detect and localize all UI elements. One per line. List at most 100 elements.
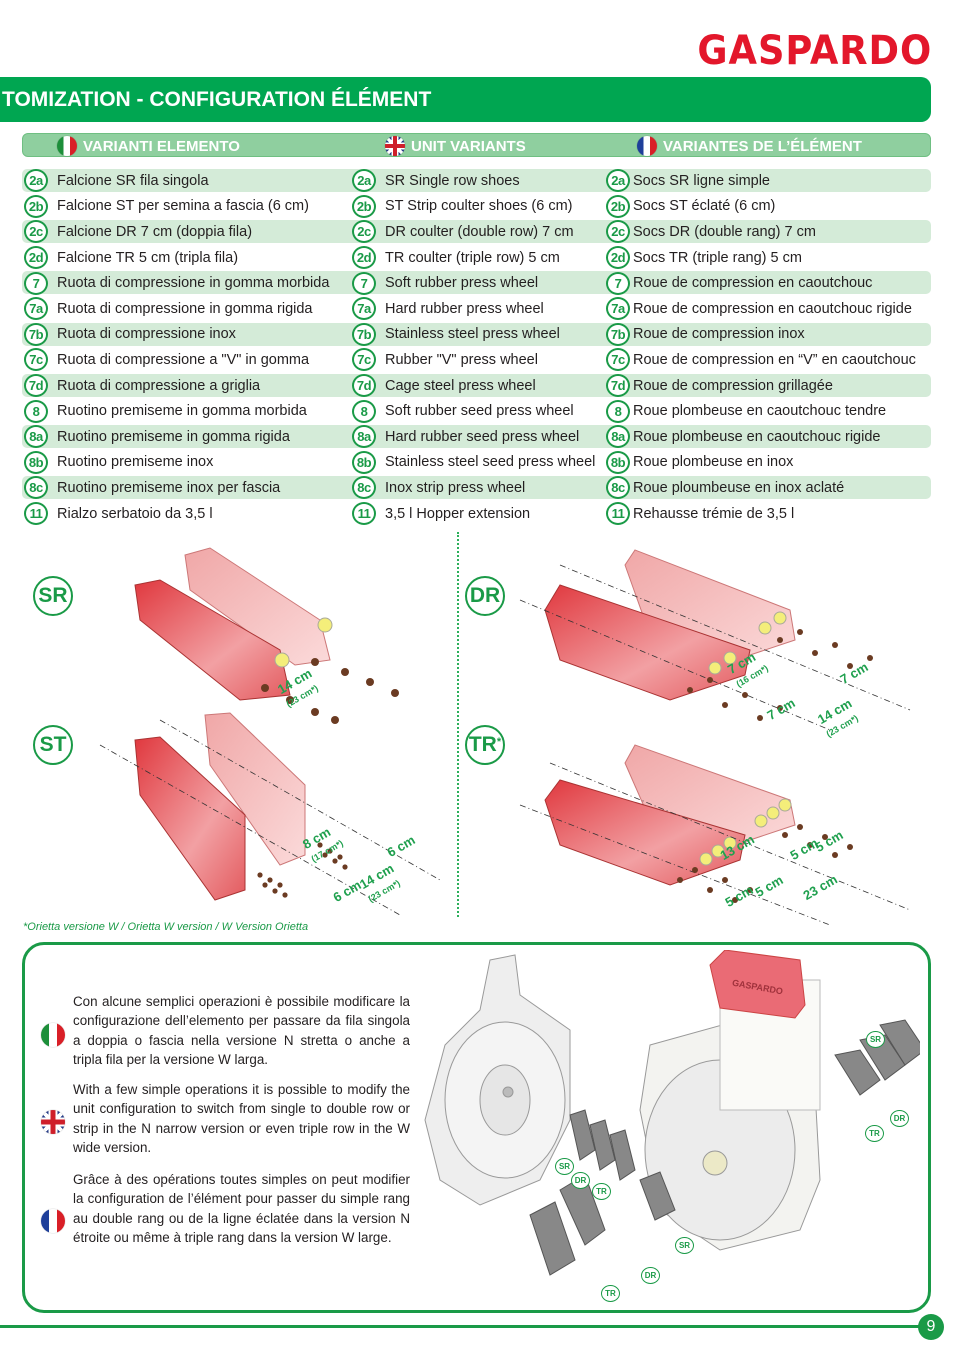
variant-cell-fr: 8 Roue plombeuse en caoutchouc tendre <box>606 398 886 424</box>
variant-row: 7c Ruota di compressione a "V" in gomma 7c… <box>22 347 931 373</box>
page-title: TOMIZATION - CONFIGURATION ÉLÉMENT <box>2 87 432 111</box>
variants-table: 2a Falcione SR fila singola 2a SR Single ro… <box>22 168 931 526</box>
variant-cell-it: 8c Ruotino premiseme inox per fascia <box>24 475 280 501</box>
tag-sr: SR <box>866 1031 885 1048</box>
variant-cell-fr: 2b Socs ST éclaté (6 cm) <box>606 194 775 220</box>
variant-code-badge: 8a <box>352 425 376 449</box>
variant-label: Socs TR (triple rang) 5 cm <box>633 249 802 266</box>
variant-label: Roue ploumbeuse en inox aclaté <box>633 479 845 496</box>
variant-label: Soft rubber seed press wheel <box>385 403 574 420</box>
variant-label: Stainless steel press wheel <box>385 326 560 343</box>
variant-label: Roue plombeuse en caoutchouc tendre <box>633 403 887 420</box>
dr-coulter-diagram <box>519 549 911 731</box>
variant-cell-en: 7c Rubber "V" press wheel <box>352 347 538 373</box>
variant-code-badge: 7 <box>606 271 630 295</box>
variant-code-badge: 7d <box>24 374 48 398</box>
variant-code-badge: 7 <box>24 271 48 295</box>
variant-cell-it: 2a Falcione SR fila singola <box>24 168 209 194</box>
gaspardo-logo: GASPARDO <box>697 28 932 74</box>
variant-code-badge: 7d <box>606 374 630 398</box>
hopper-lid: GASPARDO <box>709 950 806 1019</box>
sr-wheel <box>317 617 333 633</box>
variant-label: ST Strip coulter shoes (6 cm) <box>385 198 573 215</box>
variant-code-badge: 7b <box>606 322 630 346</box>
variant-cell-it: 2c Falcione DR 7 cm (doppia fila) <box>24 219 252 245</box>
variant-row: 8a Ruotino premiseme in gomma rigida 8a Har… <box>22 424 931 450</box>
variant-code-badge: 8b <box>24 450 48 474</box>
info-box: Con alcune semplici operazioni è possibi… <box>22 942 931 1313</box>
variant-label: Ruotino premiseme in gomma morbida <box>57 403 307 420</box>
tag-dr: DR <box>641 1267 660 1284</box>
variant-label: Socs DR (double rang) 7 cm <box>633 223 816 240</box>
variant-code-badge: 7a <box>24 297 48 321</box>
variant-code-badge: 7c <box>352 348 376 372</box>
variant-label: Stainless steel seed press wheel <box>385 454 596 471</box>
variant-row: 2a Falcione SR fila singola 2a SR Single ro… <box>22 168 931 194</box>
variant-cell-fr: 8c Roue ploumbeuse en inox aclaté <box>606 475 844 501</box>
tag-dr: DR <box>890 1110 909 1127</box>
variant-cell-en: 7a Hard rubber press wheel <box>352 296 544 322</box>
variant-label: Ruota di compressione inox <box>57 326 236 343</box>
variant-code-badge: 8a <box>606 425 630 449</box>
variant-label: Ruota di compressione in gomma rigida <box>57 300 313 317</box>
variant-code-badge: 11 <box>352 502 376 526</box>
variant-label: Roue de compression en caoutchouc <box>633 275 873 292</box>
tag-sr: SR <box>675 1237 694 1254</box>
variant-label: DR coulter (double row) 7 cm <box>385 223 574 240</box>
variant-code-badge: 2b <box>606 194 630 218</box>
variant-cell-en: 7 Soft rubber press wheel <box>352 270 538 296</box>
variant-code-badge: 7d <box>352 374 376 398</box>
variant-code-badge: 7c <box>606 348 630 372</box>
variant-label: 3,5 l Hopper extension <box>385 505 531 522</box>
variant-label: Roue plombeuse en caoutchouc rigide <box>633 428 881 445</box>
variant-cell-en: 8 Soft rubber seed press wheel <box>352 398 574 424</box>
variant-label: Soft rubber press wheel <box>385 275 539 292</box>
variant-cell-fr: 7b Roue de compression inox <box>606 322 805 348</box>
variant-label: Falcione DR 7 cm (doppia fila) <box>57 223 253 240</box>
variant-code-badge: 2d <box>352 246 376 270</box>
variant-code-badge: 7b <box>352 322 376 346</box>
variant-code-badge: 11 <box>24 502 48 526</box>
variant-label: Falcione TR 5 cm (tripla fila) <box>57 249 239 266</box>
variant-label: Hard rubber seed press wheel <box>385 428 580 445</box>
variant-cell-fr: 2c Socs DR (double rang) 7 cm <box>606 219 816 245</box>
variant-label: Socs SR ligne simple <box>633 172 770 189</box>
variant-cell-en: 2a SR Single row shoes <box>352 168 520 194</box>
variant-code-badge: 7 <box>352 271 376 295</box>
variant-label: Ruotino premiseme inox per fascia <box>57 479 281 496</box>
tag-sr: SR <box>555 1158 574 1175</box>
variant-cell-en: 2b ST Strip coulter shoes (6 cm) <box>352 194 573 220</box>
variant-row: 7 Ruota di compressione in gomma morbida 7… <box>22 270 931 296</box>
variant-label: Falcione SR fila singola <box>57 172 209 189</box>
tag-tr: TR <box>592 1183 611 1200</box>
variant-cell-fr: 7d Roue de compression grillagée <box>606 373 833 399</box>
sr-wheel <box>274 652 290 668</box>
variant-code-badge: 2b <box>24 194 48 218</box>
variant-label: Roue de compression en “V” en caoutchouc <box>633 351 916 368</box>
france-flag-icon <box>637 136 657 156</box>
variant-code-badge: 8c <box>606 476 630 500</box>
variant-cell-it: 2d Falcione TR 5 cm (tripla fila) <box>24 245 238 271</box>
variant-code-badge: 2a <box>606 169 630 193</box>
variant-cell-fr: 7a Roue de compression en caoutchouc rigi… <box>606 296 912 322</box>
variant-cell-it: 7b Ruota di compressione inox <box>24 322 236 348</box>
column-header-italian: VARIANTI ELEMENTO <box>57 134 240 158</box>
variant-code-badge: 2c <box>24 220 48 244</box>
variant-label: Inox strip press wheel <box>385 479 526 496</box>
variant-label: TR coulter (triple row) 5 cm <box>385 249 560 266</box>
variant-label: Ruota di compressione in gomma morbida <box>57 275 330 292</box>
variant-cell-it: 7 Ruota di compressione in gomma morbida <box>24 270 329 296</box>
variant-code-badge: 2c <box>606 220 630 244</box>
variant-row: 2b Falcione ST per semina a fascia (6 cm)… <box>22 194 931 220</box>
variant-label: Rubber "V" press wheel <box>385 351 538 368</box>
variant-cell-en: 8b Stainless steel seed press wheel <box>352 450 595 476</box>
footnote: *Orietta versione W / Orietta W version … <box>23 921 309 933</box>
variant-row: 7b Ruota di compressione inox 7b Stainless … <box>22 322 931 348</box>
variant-row: 8 Ruotino premiseme in gomma morbida 8 Soft… <box>22 398 931 424</box>
variant-code-badge: 8a <box>24 425 48 449</box>
variant-row: 8c Ruotino premiseme inox per fascia 8c Ino… <box>22 475 931 501</box>
variant-label: SR Single row shoes <box>385 172 520 189</box>
variant-cell-it: 8 Ruotino premiseme in gomma morbida <box>24 398 307 424</box>
variant-label: Ruota di compressione a "V" in gomma <box>57 351 310 368</box>
seed-meter-exploded-view: GASPARDO <box>424 950 920 1276</box>
